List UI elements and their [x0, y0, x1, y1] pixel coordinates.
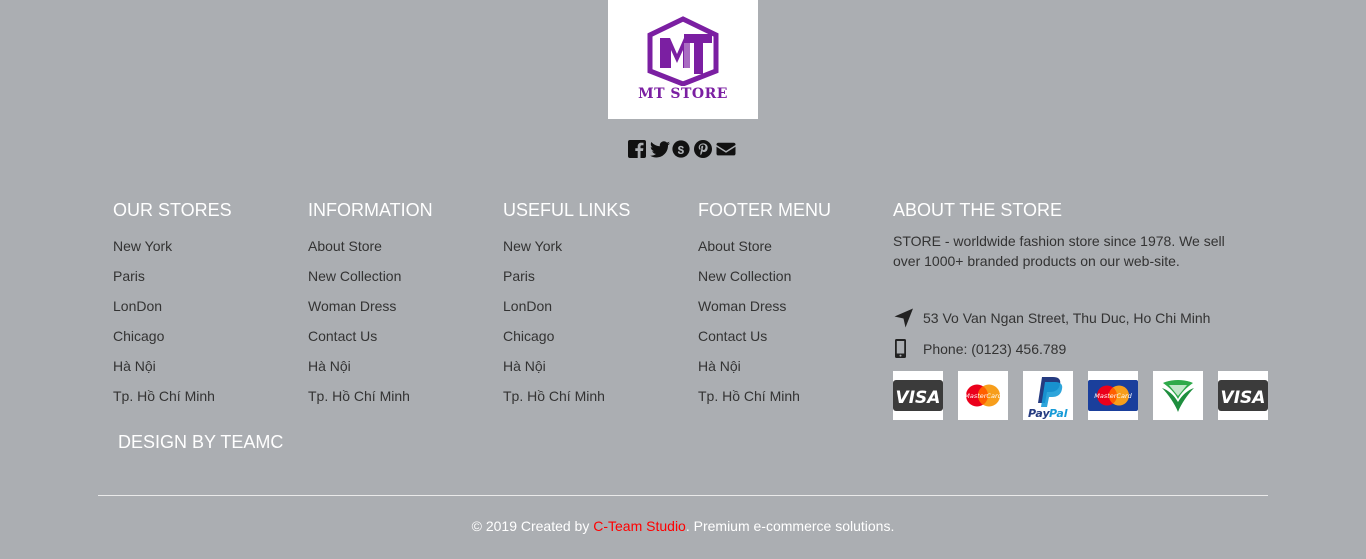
column-heading: INFORMATION [308, 200, 433, 220]
footer-link[interactable]: Tp. Hồ Chí Minh [698, 381, 831, 411]
svg-text:VISA: VISA [896, 388, 941, 408]
footer-link[interactable]: Hà Nội [308, 351, 433, 381]
svg-text:Pal: Pal [1049, 407, 1068, 420]
footer-column-useful-links: USEFUL LINKS New York Paris LonDon Chica… [503, 199, 630, 411]
social-links [627, 139, 737, 159]
footer-column-footer-menu: FOOTER MENU About Store New Collection W… [698, 199, 831, 411]
column-heading: ABOUT THE STORE [893, 200, 1063, 220]
mt-logo-mark [647, 16, 719, 86]
paypal-icon: Pay Pal [1023, 371, 1073, 420]
footer-link[interactable]: Paris [503, 261, 630, 291]
footer-divider [98, 495, 1268, 496]
footer-link[interactable]: New Collection [698, 261, 831, 291]
footer-link[interactable]: Woman Dress [308, 291, 433, 321]
column-heading: OUR STORES [113, 200, 232, 220]
envelope-icon[interactable] [715, 139, 737, 159]
footer-column-about: ABOUT THE STORE STORE - worldwide fashio… [893, 199, 1233, 271]
location-arrow-icon [893, 307, 923, 329]
svg-text:MasterCard: MasterCard [1094, 392, 1132, 400]
svg-text:MasterCard: MasterCard [964, 392, 1002, 400]
mastercard-icon: MasterCard [958, 371, 1008, 420]
column-heading: FOOTER MENU [698, 200, 831, 220]
store-address: 53 Vo Van Ngan Street, Thu Duc, Ho Chi M… [893, 307, 1210, 329]
visa-icon: VISA [1218, 371, 1268, 420]
footer-column-our-stores: OUR STORES New York Paris LonDon Chicago… [113, 199, 232, 411]
svg-text:VISA: VISA [1221, 388, 1266, 408]
store-logo[interactable]: MT STORE [608, 0, 758, 119]
studio-link[interactable]: C-Team Studio [593, 518, 686, 534]
footer-link[interactable]: Chicago [113, 321, 232, 351]
vietcombank-icon [1153, 371, 1203, 420]
facebook-icon[interactable] [627, 139, 649, 159]
footer-link[interactable]: Paris [113, 261, 232, 291]
footer-column-information: INFORMATION About Store New Collection W… [308, 199, 433, 411]
footer-link[interactable]: About Store [308, 231, 433, 261]
footer-link[interactable]: Tp. Hồ Chí Minh [113, 381, 232, 411]
footer-link[interactable]: Tp. Hồ Chí Minh [308, 381, 433, 411]
footer-link[interactable]: LonDon [113, 291, 232, 321]
footer-link[interactable]: LonDon [503, 291, 630, 321]
address-text: 53 Vo Van Ngan Street, Thu Duc, Ho Chi M… [923, 310, 1211, 326]
twitter-icon[interactable] [649, 139, 671, 159]
footer-link[interactable]: New Collection [308, 261, 433, 291]
svg-text:Pay: Pay [1028, 407, 1050, 420]
footer-link[interactable]: About Store [698, 231, 831, 261]
copyright-prefix: © 2019 Created by [471, 518, 594, 534]
footer-link[interactable]: Hà Nội [503, 351, 630, 381]
phone-text: Phone: (0123) 456.789 [923, 341, 1067, 357]
footer-link[interactable]: Hà Nội [113, 351, 232, 381]
pinterest-icon[interactable] [693, 139, 715, 159]
footer-link[interactable]: Hà Nội [698, 351, 831, 381]
skype-icon[interactable] [671, 139, 693, 159]
logo-text: MT STORE [638, 86, 728, 102]
visa-icon: VISA [893, 371, 943, 420]
footer-link[interactable]: Woman Dress [698, 291, 831, 321]
footer-link[interactable]: Contact Us [698, 321, 831, 351]
store-phone: Phone: (0123) 456.789 [893, 338, 1066, 360]
copyright: © 2019 Created by C-Team Studio. Premium… [0, 518, 1366, 534]
about-description: STORE - worldwide fashion store since 19… [893, 233, 1225, 269]
footer-link[interactable]: New York [113, 231, 232, 261]
design-credit: DESIGN BY TEAMC [118, 432, 284, 452]
footer-link[interactable]: Tp. Hồ Chí Minh [503, 381, 630, 411]
copyright-suffix: . Premium e-commerce solutions. [685, 518, 895, 534]
maestro-icon: MasterCard [1088, 371, 1138, 420]
mobile-phone-icon [893, 338, 923, 360]
footer-link[interactable]: Chicago [503, 321, 630, 351]
footer-link[interactable]: New York [503, 231, 630, 261]
column-heading: USEFUL LINKS [503, 200, 631, 220]
footer-link[interactable]: Contact Us [308, 321, 433, 351]
